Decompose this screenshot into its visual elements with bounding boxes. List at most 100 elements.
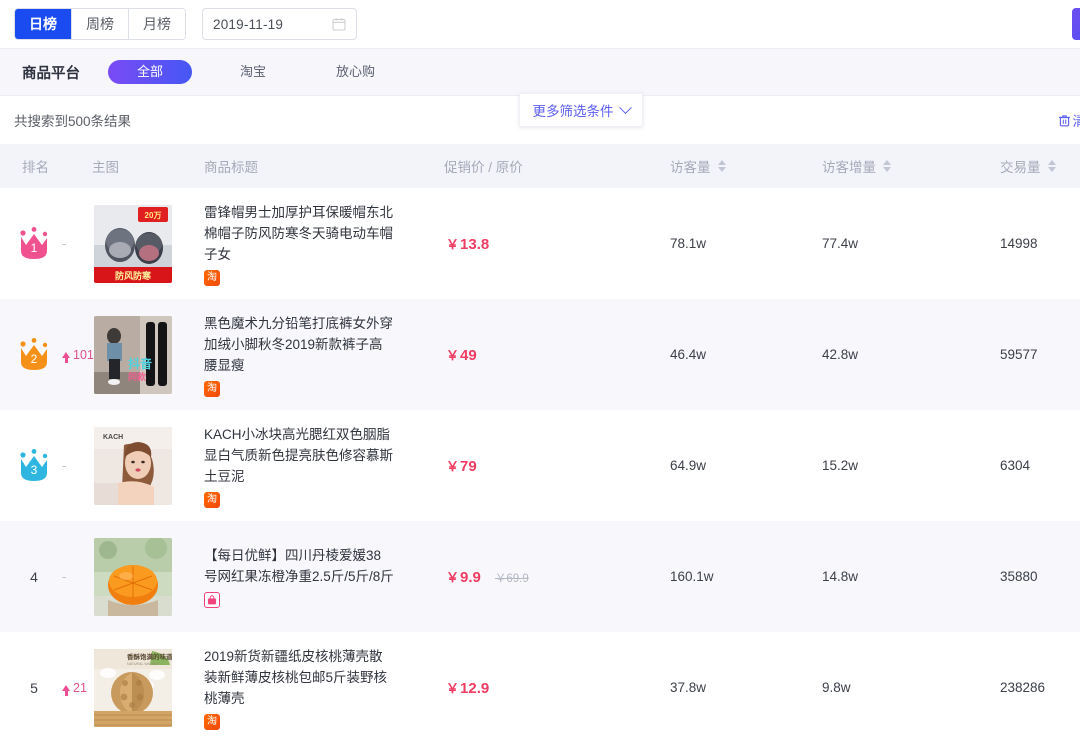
- table-row[interactable]: 5 21 香酥饱满的味道 NATURAL WALNUT 2019新货新疆纸皮核桃…: [0, 632, 1080, 743]
- platform-badge-fangxingou: [204, 592, 220, 608]
- rank-delta: -: [62, 459, 66, 473]
- date-picker-value: 2019-11-19: [213, 16, 284, 32]
- svg-text:NATURAL WALNUT: NATURAL WALNUT: [127, 662, 160, 666]
- clear-filters-button[interactable]: 清: [1058, 110, 1080, 130]
- cell-title[interactable]: 雷锋帽男士加厚护耳保暖帽东北棉帽子防风防寒冬天骑电动车帽子女 淘: [204, 188, 444, 299]
- result-count-text: 共搜索到500条结果: [14, 114, 132, 129]
- rank-delta-value: -: [62, 458, 67, 473]
- period-tab-group[interactable]: 日榜 周榜 月榜: [14, 8, 186, 40]
- cell-title[interactable]: 黑色魔术九分铅笔打底裤女外穿加绒小脚秋冬2019新款裤子高腰显瘦 淘: [204, 299, 444, 410]
- product-thumbnail[interactable]: [94, 537, 172, 616]
- original-price: ￥69.9: [494, 573, 529, 585]
- cell-price: ￥9.9 ￥69.9: [444, 521, 670, 632]
- tab-weekly[interactable]: 周榜: [72, 9, 129, 39]
- cell-rank: 2 101: [0, 299, 94, 410]
- cell-price: ￥49: [444, 299, 670, 410]
- cell-price: ￥79: [444, 410, 670, 521]
- col-header-price: 促销价 / 原价: [444, 144, 670, 188]
- rank-delta-value: 21: [73, 680, 87, 695]
- more-filters-button[interactable]: 更多筛选条件: [519, 93, 643, 127]
- sort-icon-trades[interactable]: [1047, 160, 1056, 172]
- col-header-rank-label: 排名: [22, 160, 49, 175]
- platform-filter-label: 商品平台: [22, 65, 80, 82]
- product-thumbnail[interactable]: 20万 防风防寒: [94, 204, 172, 283]
- product-title[interactable]: 【每日优鲜】四川丹棱爱媛38号网红果冻橙净重2.5斤/5斤/8斤: [204, 545, 394, 587]
- crown-icon: 1: [14, 226, 54, 262]
- table-row[interactable]: 3- KACH KACH小冰块高光腮红双色胭脂显白气质新色提亮肤色修容慕斯土豆泥…: [0, 410, 1080, 521]
- cell-trades: 14998: [1000, 236, 1038, 251]
- platform-chip-taobao[interactable]: 淘宝: [218, 60, 288, 84]
- cell-thumbnail[interactable]: 香酥饱满的味道 NATURAL WALNUT: [92, 632, 204, 743]
- product-thumbnail[interactable]: 香酥饱满的味道 NATURAL WALNUT: [94, 648, 172, 727]
- product-title[interactable]: 2019新货新疆纸皮核桃薄壳散装新鲜薄皮核桃包邮5斤装野核桃薄壳: [204, 646, 394, 709]
- cell-title[interactable]: 【每日优鲜】四川丹棱爱媛38号网红果冻橙净重2.5斤/5斤/8斤: [204, 521, 444, 632]
- cell-thumbnail[interactable]: 抖音 同款: [92, 299, 204, 410]
- cell-thumbnail[interactable]: 20万 防风防寒: [92, 188, 204, 299]
- platform-badge-taobao: 淘: [204, 491, 220, 508]
- col-header-title-label: 商品标题: [204, 160, 258, 175]
- rank-delta-value: 101: [73, 347, 94, 362]
- arrow-up-icon: [62, 684, 70, 696]
- cell-trades: 6304: [1000, 458, 1031, 473]
- promo-price: ￥12.9: [446, 680, 490, 697]
- rank-delta-value: -: [62, 236, 67, 251]
- cell-title[interactable]: 2019新货新疆纸皮核桃薄壳散装新鲜薄皮核桃包邮5斤装野核桃薄壳 淘: [204, 632, 444, 743]
- table-row[interactable]: 4- 【每日优鲜】四川丹棱爱媛38号网红果冻橙净重2.5斤/5斤/8斤 ￥9.9…: [0, 521, 1080, 632]
- table-row[interactable]: 2 101 抖音 同款 黑色魔术九分铅笔打底裤女外穿加绒小脚秋冬2019新款裤子高…: [0, 299, 1080, 410]
- col-header-title: 商品标题: [204, 144, 444, 188]
- rank-delta-value: -: [62, 569, 67, 584]
- cell-growth: 77.4w: [822, 236, 859, 251]
- rank-number: 5: [30, 679, 38, 696]
- product-title[interactable]: 雷锋帽男士加厚护耳保暖帽东北棉帽子防风防寒冬天骑电动车帽子女: [204, 202, 394, 265]
- platform-chip-fangxingou[interactable]: 放心购: [314, 60, 397, 84]
- cell-thumbnail[interactable]: KACH: [92, 410, 204, 521]
- date-picker[interactable]: 2019-11-19: [202, 8, 357, 40]
- platform-badge-taobao: 淘: [204, 713, 220, 730]
- col-header-growth[interactable]: 访客增量: [822, 144, 1000, 188]
- col-header-growth-label: 访客增量: [822, 160, 876, 175]
- cell-trades: 59577: [1000, 347, 1038, 362]
- table-header: 排名 主图 商品标题 促销价 / 原价 访客量 访客增量 交易量: [0, 144, 1080, 188]
- platform-filter-bar: 商品平台 全部 淘宝 放心购: [0, 48, 1080, 96]
- sort-icon-visitors[interactable]: [717, 160, 726, 172]
- svg-text:抖音: 抖音: [128, 356, 152, 371]
- svg-text:香酥饱满的味道: 香酥饱满的味道: [127, 652, 172, 661]
- tab-daily[interactable]: 日榜: [15, 9, 72, 39]
- col-header-visitors[interactable]: 访客量: [670, 144, 822, 188]
- promo-price: ￥13.8: [446, 236, 490, 253]
- tab-monthly[interactable]: 月榜: [129, 9, 185, 39]
- svg-text:防风防寒: 防风防寒: [115, 270, 152, 281]
- cell-visitors: 46.4w: [670, 347, 707, 362]
- top-toolbar: 日榜 周榜 月榜 2019-11-19: [0, 0, 1080, 48]
- platform-badge-taobao: 淘: [204, 380, 220, 397]
- product-thumbnail[interactable]: 抖音 同款: [94, 315, 172, 394]
- product-title[interactable]: KACH小冰块高光腮红双色胭脂显白气质新色提亮肤色修容慕斯土豆泥: [204, 424, 394, 487]
- sort-icon-growth[interactable]: [883, 160, 891, 172]
- more-filters-label: 更多筛选条件: [532, 104, 614, 119]
- svg-text:KACH: KACH: [103, 434, 123, 441]
- col-header-visitors-label: 访客量: [670, 160, 711, 175]
- rank-delta: 101: [62, 347, 94, 363]
- col-header-rank: 排名: [0, 144, 92, 188]
- col-header-image: 主图: [92, 144, 204, 188]
- purple-action-button[interactable]: [1072, 8, 1080, 40]
- col-header-trades[interactable]: 交易量: [1000, 144, 1080, 188]
- cell-rank: 5 21: [0, 632, 92, 743]
- svg-text:20万: 20万: [145, 211, 162, 220]
- product-title[interactable]: 黑色魔术九分铅笔打底裤女外穿加绒小脚秋冬2019新款裤子高腰显瘦: [204, 313, 394, 376]
- cell-trades: 35880: [1000, 569, 1038, 584]
- table-row[interactable]: 1- 20万 防风防寒 雷锋帽男士加厚护耳保暖帽东北棉帽子防风防寒冬天骑电动车帽…: [0, 188, 1080, 299]
- cell-growth: 42.8w: [822, 347, 859, 362]
- calendar-icon: [332, 17, 346, 31]
- svg-text:同款: 同款: [128, 371, 147, 382]
- cell-trades: 238286: [1000, 680, 1046, 695]
- rank-delta: 21: [62, 680, 87, 696]
- crown-icon: 2: [14, 337, 54, 373]
- cell-title[interactable]: KACH小冰块高光腮红双色胭脂显白气质新色提亮肤色修容慕斯土豆泥 淘: [204, 410, 444, 521]
- product-thumbnail[interactable]: KACH: [94, 426, 172, 505]
- cell-thumbnail[interactable]: [92, 521, 204, 632]
- platform-chip-all[interactable]: 全部: [108, 60, 192, 84]
- col-header-image-label: 主图: [92, 160, 119, 175]
- cell-price: ￥12.9: [444, 632, 670, 743]
- cell-rank: 1-: [0, 188, 92, 299]
